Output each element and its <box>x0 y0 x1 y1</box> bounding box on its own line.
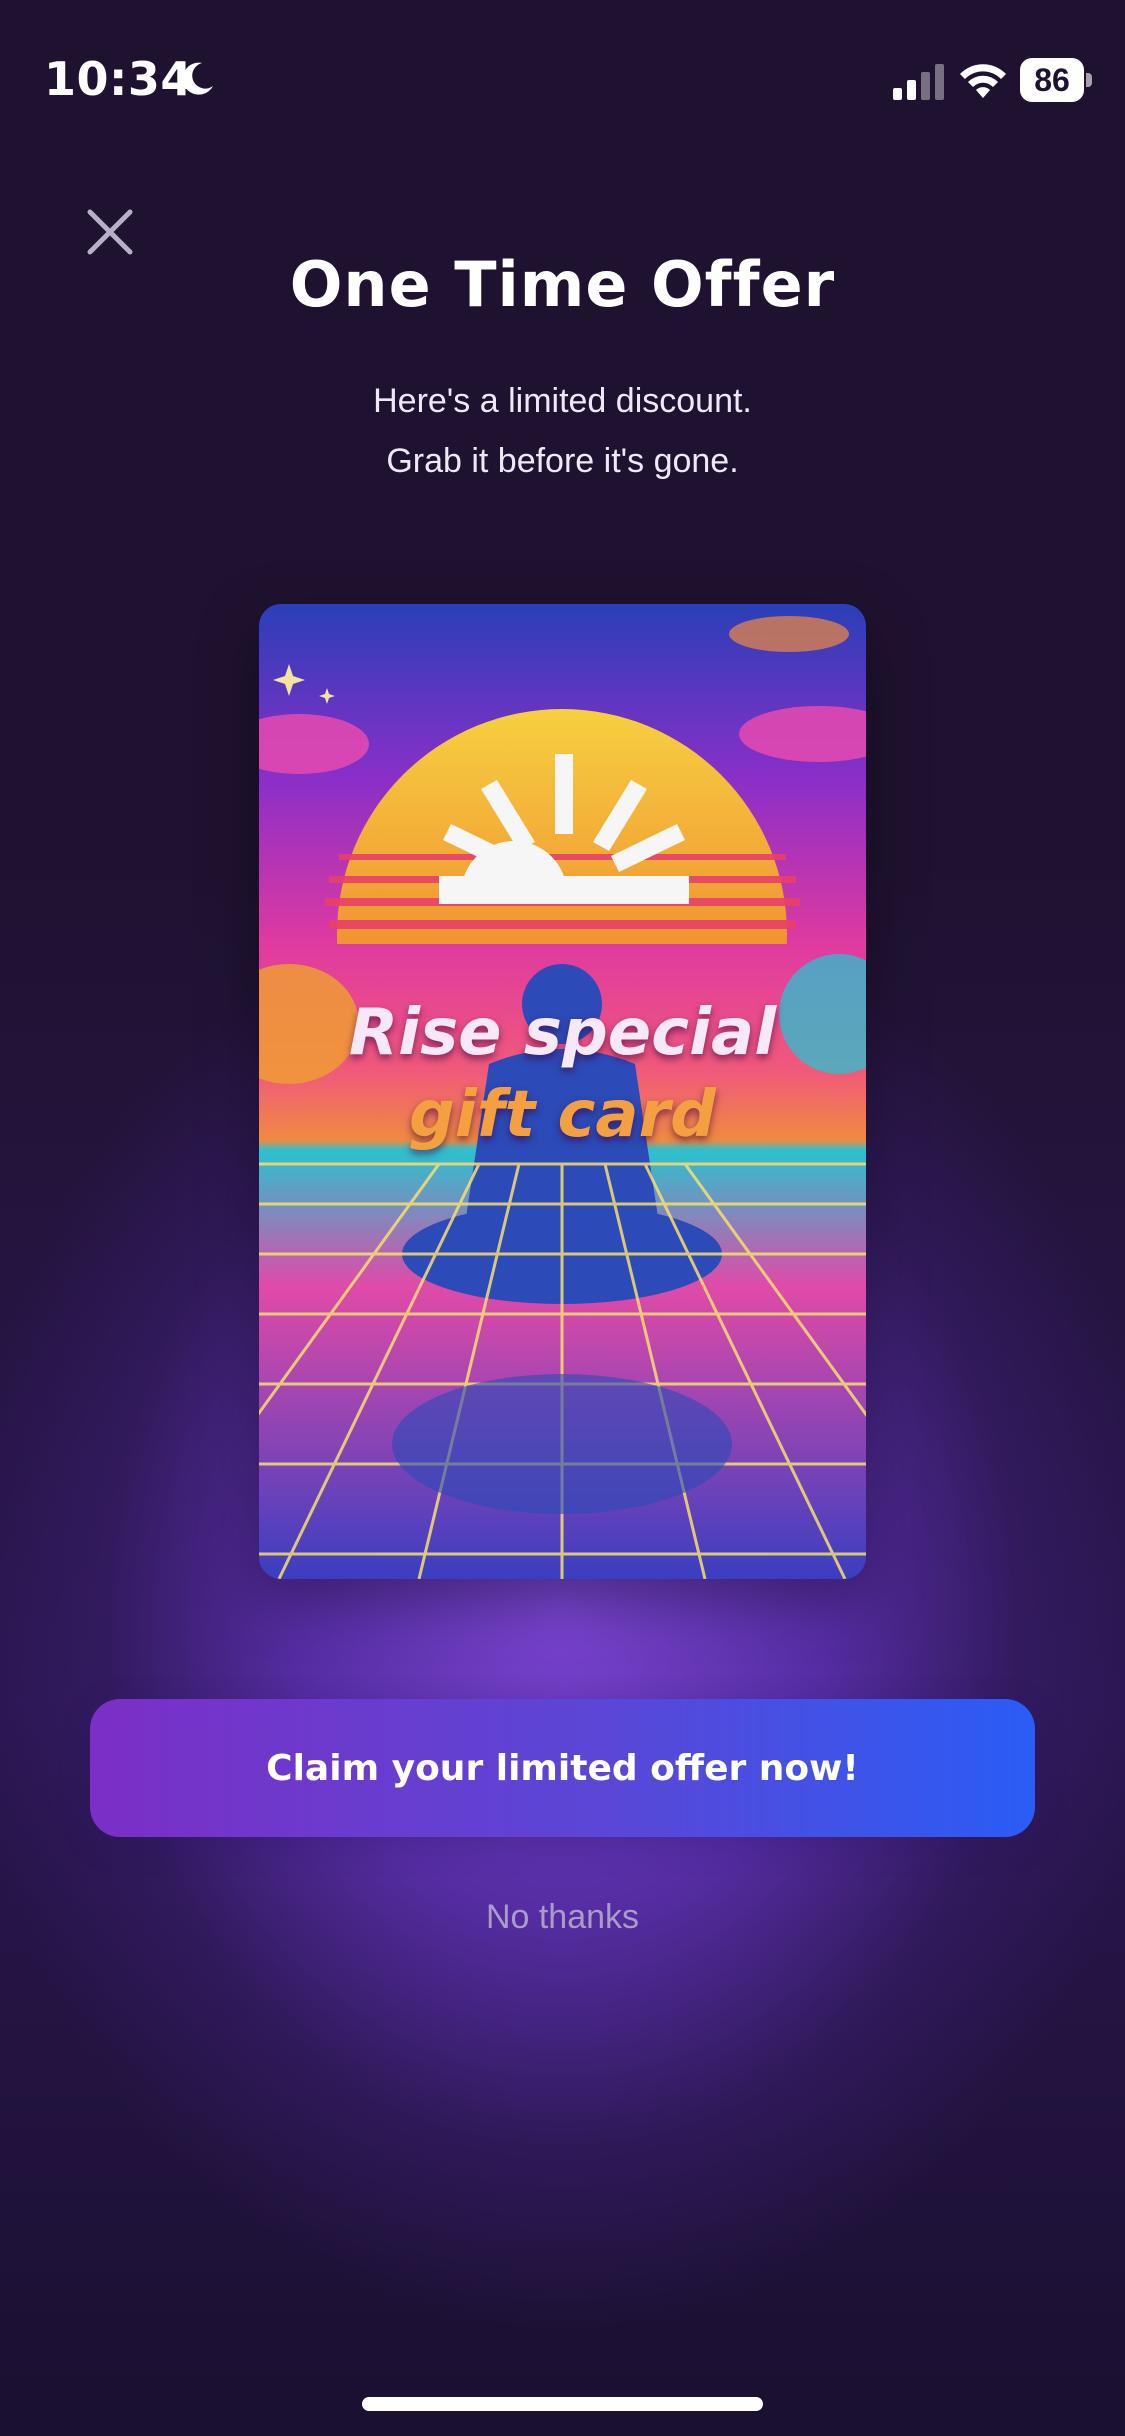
home-indicator[interactable] <box>362 2397 763 2411</box>
gift-card-title-line-2: gift card <box>409 1078 716 1152</box>
moon-icon <box>182 62 213 95</box>
battery-tip <box>1086 73 1092 87</box>
gift-card-image: Rise special gift card <box>259 604 866 1579</box>
no-thanks-link[interactable]: No thanks <box>0 1898 1125 1937</box>
subtitle-line-2: Grab it before it's gone. <box>386 442 739 480</box>
status-bar: 10:34 86 <box>0 0 1125 150</box>
cellular-signal-icon <box>893 64 944 100</box>
offer-screen: 10:34 86 One Time Offer Here's a limited… <box>0 0 1125 2436</box>
wifi-icon <box>960 64 1006 98</box>
battery-icon: 86 <box>1020 58 1092 102</box>
gift-card-title-line-1: Rise special <box>348 996 777 1070</box>
claim-offer-label: Claim your limited offer now! <box>266 1747 859 1789</box>
subtitle-line-1: Here's a limited discount. <box>373 382 752 420</box>
battery-level: 86 <box>1020 58 1084 102</box>
status-time: 10:34 <box>44 52 193 106</box>
claim-offer-button[interactable]: Claim your limited offer now! <box>90 1699 1035 1837</box>
page-title: One Time Offer <box>289 248 836 321</box>
